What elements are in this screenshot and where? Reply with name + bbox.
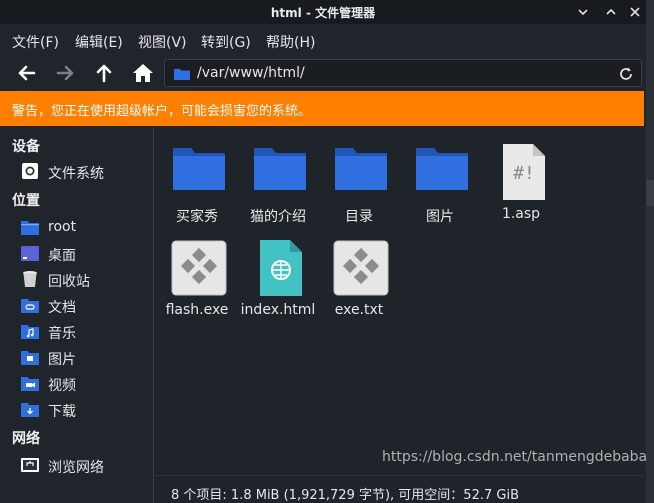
script-file-icon: #!: [503, 144, 545, 200]
status-text: 8 个项目: 1.8 MiB (1,921,729 字节), 可用空间：52.7…: [171, 488, 519, 503]
desktop-edge: [646, 0, 654, 503]
sidebar-item-root[interactable]: root: [20, 216, 150, 238]
folder-icon: [335, 148, 387, 190]
forward-button[interactable]: [52, 60, 78, 86]
videos-icon: [21, 377, 39, 391]
menu-help[interactable]: 帮助(H): [266, 32, 315, 52]
file-name: 买家秀: [176, 209, 218, 225]
sidebar-item-label: 回收站: [48, 274, 90, 290]
sidebar-item-browse-network[interactable]: 浏览网络: [20, 454, 150, 476]
up-button[interactable]: [91, 60, 117, 86]
network-heading: 网络: [12, 431, 40, 447]
folder-icon: [254, 148, 306, 190]
sidebar-item-label: 文档: [48, 300, 76, 316]
root-warning-banner: 警告，您正在使用超级帐户，可能会损害您的系统。: [0, 91, 644, 126]
file-name: exe.txt: [334, 302, 384, 318]
html-file-icon: [260, 240, 302, 296]
warning-text: 警告，您正在使用超级帐户，可能会损害您的系统。: [12, 104, 312, 119]
executable-icon: [333, 240, 389, 296]
menu-view[interactable]: 视图(V): [138, 32, 187, 52]
back-button[interactable]: [14, 60, 40, 86]
location-path[interactable]: /var/www/html/: [197, 65, 305, 81]
devices-heading: 设备: [12, 139, 40, 155]
file-name: 猫的介绍: [250, 209, 306, 225]
file-name: index.html: [240, 302, 316, 318]
svg-text:#!: #!: [513, 163, 535, 184]
status-bar: 8 个项目: 1.8 MiB (1,921,729 字节), 可用空间：52.7…: [155, 475, 644, 503]
sidebar-item-videos[interactable]: 视频: [20, 372, 150, 394]
file-name: 1.asp: [501, 206, 541, 222]
file-view: 买家秀 猫的介绍 目录 图片 #! 1.asp flash.exe index.…: [155, 128, 644, 475]
desktop-icon: [21, 246, 39, 261]
file-name: flash.exe: [165, 302, 229, 318]
sidebar-item-filesystem[interactable]: 文件系统: [20, 160, 150, 182]
sidebar-item-downloads[interactable]: 下载: [20, 398, 150, 420]
arrow-right-icon: [56, 65, 74, 81]
close-icon[interactable]: [626, 3, 644, 21]
file-item-executable[interactable]: exe.txt: [319, 224, 399, 320]
network-icon: [21, 458, 39, 472]
music-icon: [21, 325, 39, 339]
folder-icon: [173, 148, 225, 190]
menu-file[interactable]: 文件(F): [12, 32, 59, 52]
drive-icon: [22, 163, 38, 179]
file-item-folder[interactable]: 目录: [319, 128, 399, 225]
folder-icon: [174, 69, 190, 80]
home-icon: [133, 64, 153, 82]
home-folder-icon: [21, 221, 39, 235]
window-title: html - 文件管理器: [270, 6, 376, 20]
menu-go[interactable]: 转到(G): [201, 32, 251, 52]
sidebar-item-label: 音乐: [48, 326, 76, 342]
home-button[interactable]: [130, 60, 156, 86]
arrow-left-icon: [18, 65, 36, 81]
menu-edit[interactable]: 编辑(E): [75, 32, 123, 52]
sidebar-item-label: root: [48, 219, 77, 235]
sidebar-item-trash[interactable]: 回收站: [20, 268, 150, 290]
reload-icon[interactable]: [617, 65, 635, 83]
toolbar: /var/www/html/: [0, 56, 646, 90]
downloads-icon: [21, 403, 39, 417]
sidebar-item-label: 图片: [48, 352, 76, 368]
title-bar: html - 文件管理器: [0, 0, 646, 24]
file-item-folder[interactable]: 买家秀: [157, 128, 237, 225]
places-heading: 位置: [12, 193, 40, 209]
documents-icon: [21, 299, 39, 313]
file-item-script[interactable]: #! 1.asp: [481, 128, 561, 224]
sidebar-item-label: 视频: [48, 378, 76, 394]
sidebar-item-documents[interactable]: 文档: [20, 294, 150, 316]
file-name: 目录: [345, 209, 373, 225]
sidebar-item-desktop[interactable]: 桌面: [20, 242, 150, 264]
trash-icon: [23, 271, 37, 287]
sidebar-item-label: 下载: [48, 404, 76, 420]
executable-icon: [171, 240, 227, 296]
sidebar-item-label: 浏览网络: [48, 460, 104, 476]
watermark: https://blog.csdn.net/tanmengdebaba: [382, 449, 648, 465]
sidebar-item-pictures[interactable]: 图片: [20, 346, 150, 368]
file-manager-window: html - 文件管理器 文件(F) 编辑(E) 视图(V) 转到(G) 帮助(…: [0, 0, 648, 503]
menu-bar: 文件(F) 编辑(E) 视图(V) 转到(G) 帮助(H): [0, 24, 646, 56]
file-item-executable[interactable]: flash.exe: [157, 224, 237, 320]
minimize-icon[interactable]: [574, 3, 592, 21]
file-item-html[interactable]: index.html: [238, 224, 318, 320]
maximize-icon[interactable]: [602, 3, 620, 21]
sidebar-item-music[interactable]: 音乐: [20, 320, 150, 342]
location-bar[interactable]: /var/www/html/: [164, 59, 642, 87]
arrow-up-icon: [96, 64, 112, 83]
folder-icon: [416, 148, 468, 190]
scrollbar-handle: [646, 180, 654, 206]
sidebar-item-label: 桌面: [48, 248, 76, 264]
file-item-folder[interactable]: 猫的介绍: [238, 128, 318, 225]
pictures-icon: [21, 351, 39, 365]
sidebar: 设备 文件系统 位置 root 桌面 回收站 文档 音乐 图片 视频 下载 网络…: [0, 128, 154, 503]
file-item-folder[interactable]: 图片: [400, 128, 480, 225]
file-name: 图片: [426, 209, 454, 225]
sidebar-item-label: 文件系统: [48, 166, 104, 182]
